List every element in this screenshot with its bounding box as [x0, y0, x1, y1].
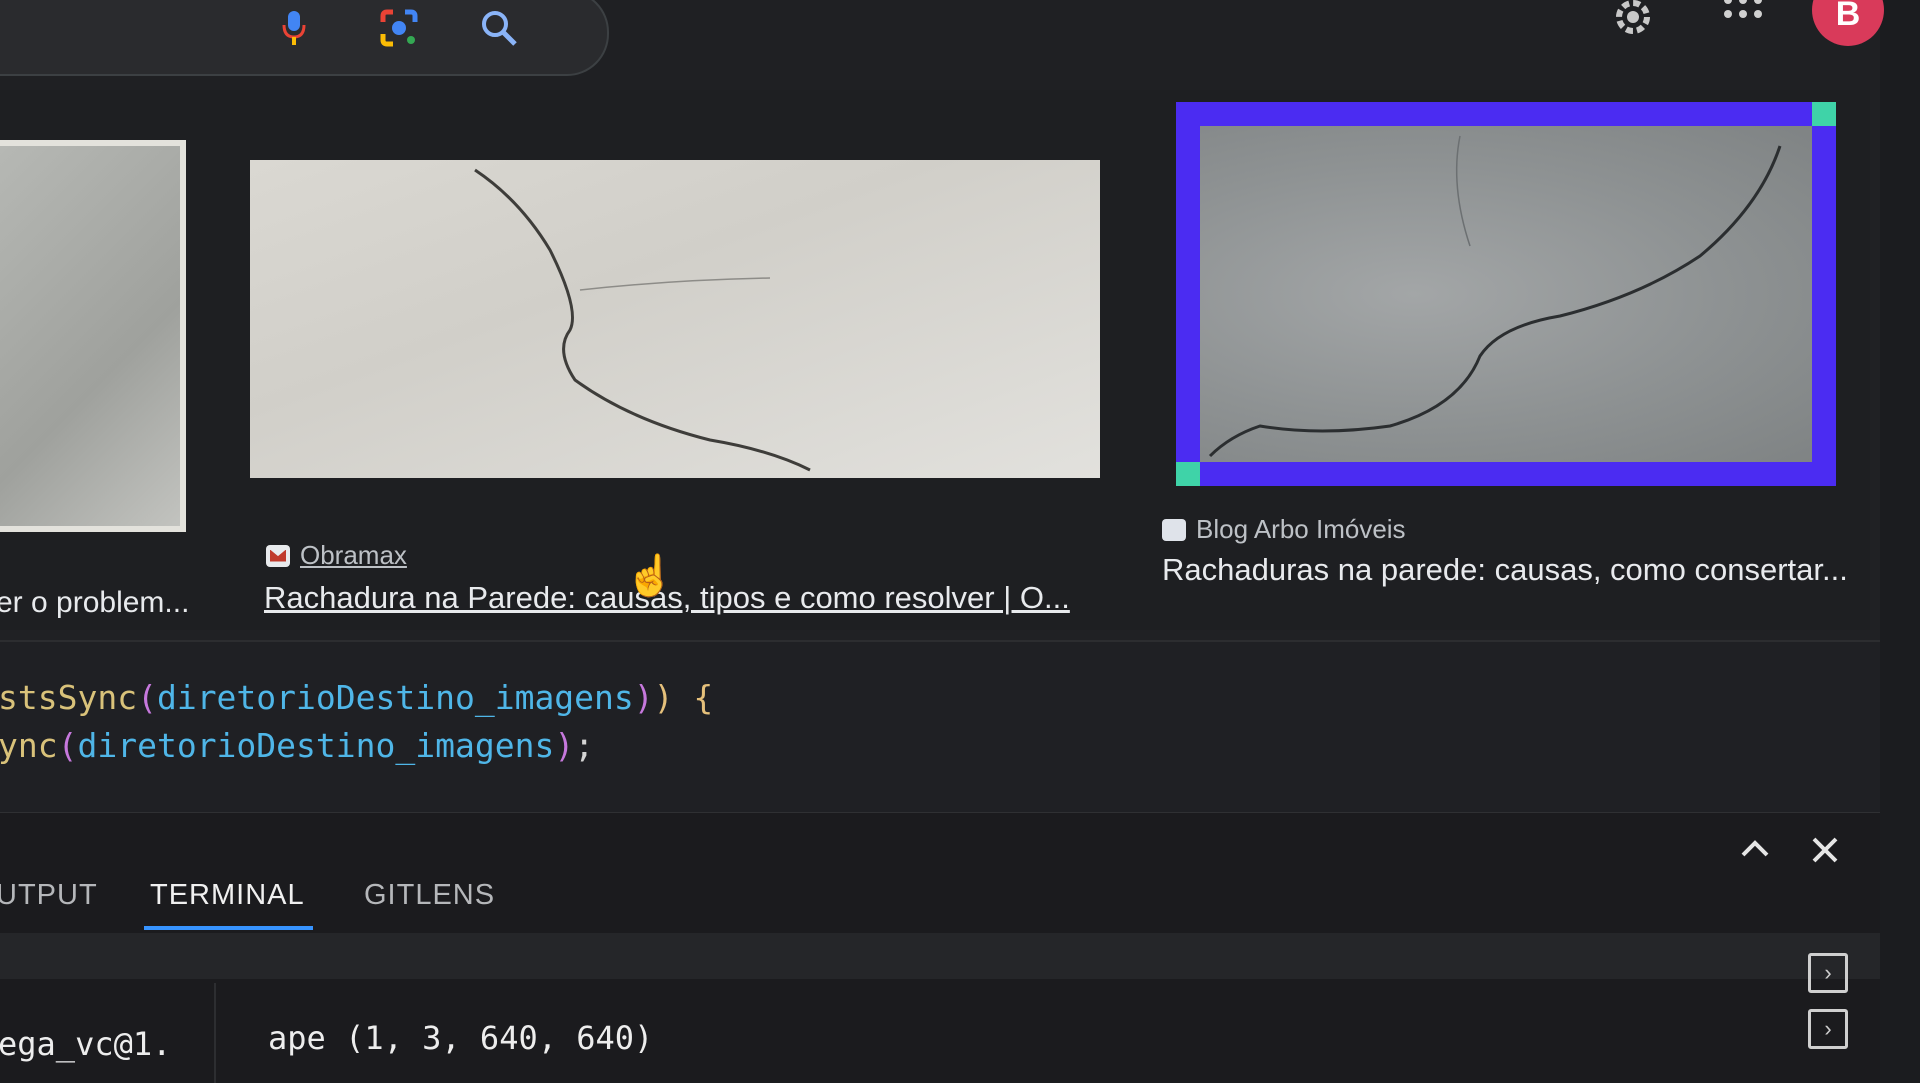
- hand-pointer-cursor-icon: ☝: [625, 554, 675, 598]
- code-line: ync(diretorioDestino_imagens);: [0, 726, 595, 765]
- google-lens-icon[interactable]: [377, 6, 421, 50]
- settings-gear-icon[interactable]: [1608, 0, 1658, 42]
- close-panel-icon[interactable]: [1808, 833, 1842, 876]
- result-source-name: Blog Arbo Imóveis: [1196, 514, 1406, 544]
- tab-gitlens[interactable]: GITLENS: [364, 879, 495, 912]
- tab-terminal[interactable]: TERMINAL: [144, 879, 313, 930]
- top-bar: B: [0, 0, 1884, 90]
- result-title[interactable]: Rachaduras na parede: causas, como conse…: [1162, 552, 1848, 588]
- terminal-toolbar: [0, 933, 1880, 979]
- result-source-name: Obramax: [300, 540, 407, 570]
- result-image-thumbnail: [1200, 126, 1812, 462]
- terminal-tab-label[interactable]: ega_vc@1.: [0, 1025, 171, 1063]
- code-line: stsSync(diretorioDestino_imagens)) {: [0, 678, 714, 717]
- result-source[interactable]: Obramax: [266, 540, 407, 571]
- bottom-panel: UTPUT TERMINAL GITLENS ega_vc@1. ape (1,…: [0, 812, 1880, 1083]
- avatar-letter: B: [1835, 0, 1861, 33]
- mic-icon[interactable]: [272, 6, 316, 50]
- blog-arbo-favicon-icon: [1162, 518, 1186, 541]
- terminal-instance-icon[interactable]: ›: [1808, 1009, 1848, 1049]
- search-icon[interactable]: [477, 6, 521, 50]
- result-image-thumbnail[interactable]: [0, 140, 186, 532]
- result-image-thumbnail[interactable]: [250, 160, 1100, 478]
- selected-result-image[interactable]: [1176, 102, 1836, 486]
- code-editor[interactable]: stsSync(diretorioDestino_imagens)) { ync…: [0, 642, 1880, 812]
- terminal-divider: [214, 983, 216, 1083]
- apps-grid-icon[interactable]: [1718, 0, 1768, 44]
- terminal-instance-icon[interactable]: ›: [1808, 953, 1848, 993]
- selection-handle[interactable]: [1176, 462, 1200, 486]
- result-source[interactable]: Blog Arbo Imóveis: [1162, 514, 1406, 545]
- account-avatar[interactable]: B: [1812, 0, 1884, 46]
- browser-window: B er o problem... Obramax Rachadura na P…: [0, 0, 1884, 642]
- search-box[interactable]: [0, 0, 609, 76]
- maximize-panel-chevron-up-icon[interactable]: [1738, 833, 1772, 876]
- terminal-output: ape (1, 3, 640, 640): [268, 1019, 654, 1057]
- tab-output[interactable]: UTPUT: [0, 879, 98, 912]
- result-title[interactable]: er o problem...: [0, 586, 189, 620]
- obramax-favicon-icon: [266, 544, 290, 567]
- selection-handle[interactable]: [1812, 102, 1836, 126]
